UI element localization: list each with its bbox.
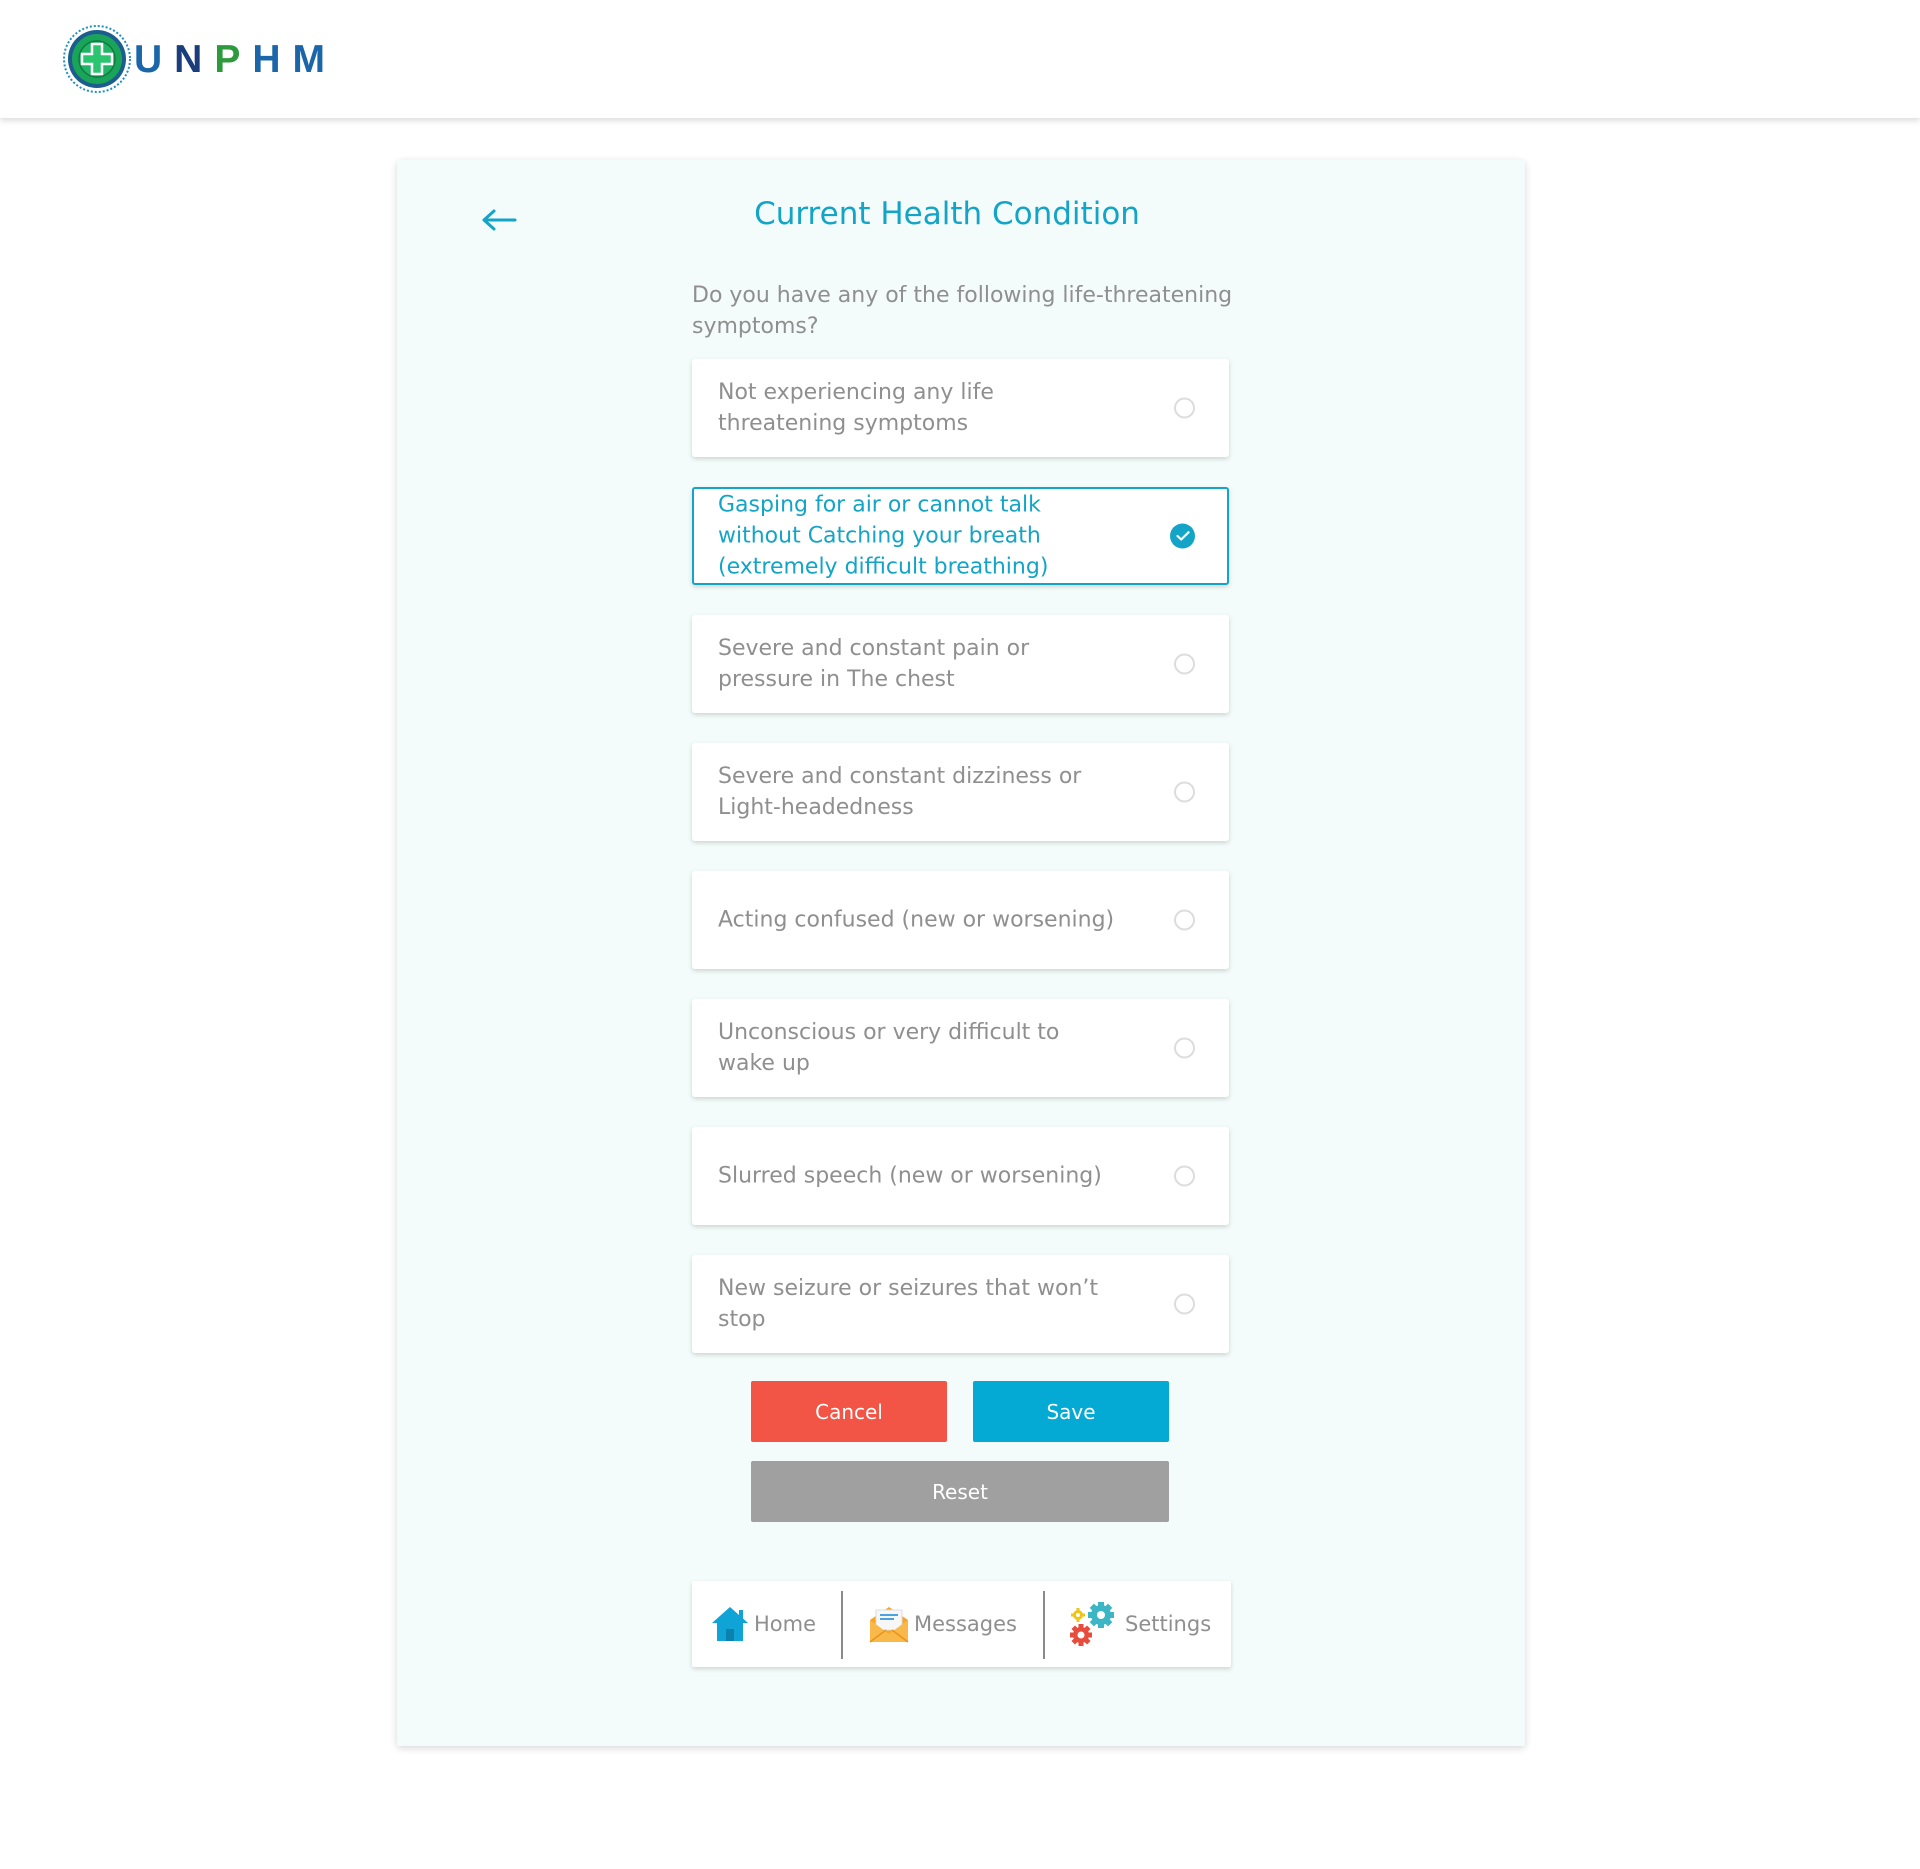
symptom-option[interactable]: Not experiencing any life threatening sy…	[692, 359, 1229, 457]
option-label: Gasping for air or cannot talk without C…	[718, 492, 1049, 580]
nav-messages-label: Messages	[914, 1612, 1017, 1636]
radio-button[interactable]	[1174, 397, 1195, 419]
radio-button[interactable]	[1174, 653, 1195, 675]
medical-cross-icon	[63, 25, 131, 93]
radio-button[interactable]	[1174, 781, 1195, 803]
symptom-option[interactable]: New seizure or seizures that won’t stop	[692, 1255, 1229, 1353]
radio-button[interactable]	[1174, 1165, 1195, 1187]
radio-button[interactable]	[1174, 909, 1195, 931]
radio-button[interactable]	[1170, 523, 1195, 549]
health-condition-card: Current Health Condition Do you have any…	[397, 160, 1525, 1746]
option-label: New seizure or seizures that won’t stop	[718, 1276, 1099, 1332]
symptom-option[interactable]: Severe and constant dizziness or Light-h…	[692, 743, 1229, 841]
logo-letter: P	[214, 37, 253, 81]
option-label: Slurred speech (new or worsening)	[718, 1163, 1102, 1189]
nav-messages[interactable]: Messages	[868, 1581, 1017, 1667]
save-button[interactable]: Save	[973, 1381, 1169, 1442]
option-label: Acting confused (new or worsening)	[718, 907, 1115, 933]
radio-button[interactable]	[1174, 1037, 1195, 1059]
symptom-option[interactable]: Severe and constant pain or pressure in …	[692, 615, 1229, 713]
checkmark-icon	[1175, 531, 1190, 541]
symptom-option[interactable]: Acting confused (new or worsening)	[692, 871, 1229, 969]
reset-button[interactable]: Reset	[751, 1461, 1169, 1522]
logo-letter: M	[292, 37, 338, 81]
logo-wordmark: UNPHM	[134, 40, 337, 79]
nav-divider	[1043, 1591, 1045, 1659]
nav-settings-label: Settings	[1125, 1612, 1212, 1636]
symptom-option[interactable]: Unconscious or very difficult to wake up	[692, 999, 1229, 1097]
nav-home-label: Home	[754, 1612, 817, 1636]
symptom-options: Not experiencing any life threatening sy…	[692, 359, 1229, 1383]
cancel-button[interactable]: Cancel	[751, 1381, 947, 1442]
page-title: Current Health Condition	[754, 196, 1140, 232]
option-label: Not experiencing any life threatening sy…	[718, 380, 994, 436]
option-label: Unconscious or very difficult to wake up	[718, 1020, 1060, 1076]
question-text: Do you have any of the following life-th…	[692, 283, 1233, 339]
nav-settings[interactable]: Settings	[1067, 1581, 1211, 1667]
radio-button[interactable]	[1174, 1293, 1195, 1315]
envelope-icon	[869, 1607, 909, 1643]
unphm-logo[interactable]: UNPHM	[62, 24, 337, 94]
symptom-option[interactable]: Slurred speech (new or worsening)	[692, 1127, 1229, 1225]
logo-letter: U	[134, 37, 175, 81]
nav-divider	[841, 1591, 843, 1659]
option-label: Severe and constant pain or pressure in …	[718, 636, 1030, 692]
option-label: Severe and constant dizziness or Light-h…	[718, 764, 1082, 820]
nav-home[interactable]: Home	[710, 1581, 816, 1667]
bottom-nav: Home Messages Settings	[692, 1581, 1231, 1667]
logo-letter: N	[174, 37, 215, 81]
home-icon	[712, 1607, 748, 1641]
logo-letter: H	[252, 37, 293, 81]
gears-icon	[1070, 1602, 1114, 1646]
symptom-option[interactable]: Gasping for air or cannot talk without C…	[692, 487, 1229, 585]
top-bar: UNPHM	[0, 0, 1920, 118]
